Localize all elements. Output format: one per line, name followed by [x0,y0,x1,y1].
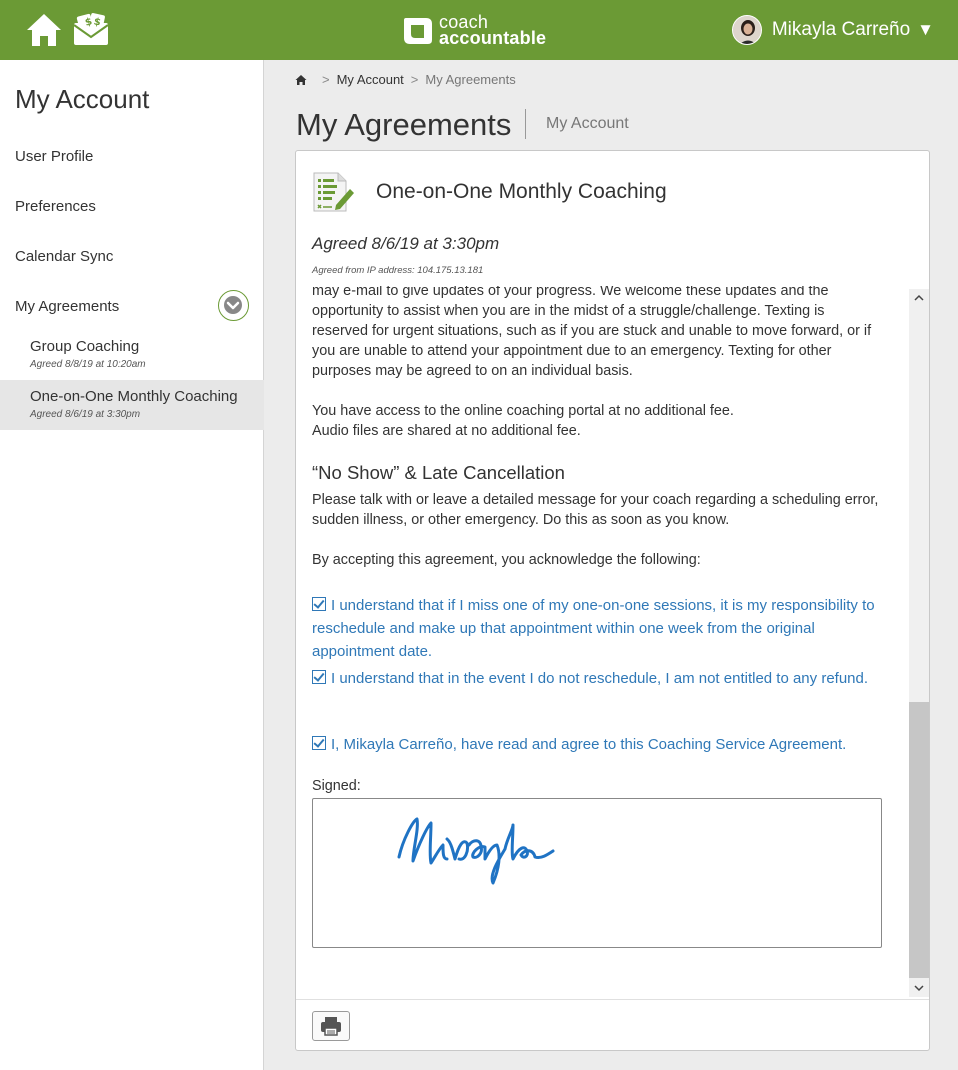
checkbox-checked-icon [312,670,326,684]
print-button[interactable] [312,1011,350,1041]
logo-line2: accountable [439,28,547,48]
payments-button[interactable]: $ $ [71,9,111,49]
checkbox-checked-icon [312,736,326,750]
agreed-date: Agreed 8/6/19 at 3:30pm [312,234,500,253]
avatar [731,15,762,45]
agree-text: I, Mikayla Carreño, have read and agree … [331,736,847,753]
agreement-paragraph: By accepting this agreement, you acknowl… [312,552,701,568]
agreement-paragraph: Please talk with or leave a detailed mes… [312,492,879,528]
sidebar-item-preferences[interactable]: Preferences [15,198,96,215]
signature-image [397,817,555,885]
checkbox-checked-icon [312,597,326,611]
acknowledgement-text: I understand that if I miss one of my on… [312,597,875,660]
breadcrumb: > My Account > My Agreements [295,72,516,87]
acknowledgement-text: I understand that in the event I do not … [331,670,869,687]
sidebar-item-my-agreements[interactable]: My Agreements [15,298,119,315]
acknowledgement-checkbox[interactable]: I understand that in the event I do not … [312,667,884,690]
user-name: Mikayla Carreño [771,19,911,40]
agree-checkbox[interactable]: I, Mikayla Carreño, have read and agree … [312,733,884,756]
sidebar-item-user-profile[interactable]: User Profile [15,148,93,165]
signed-label: Signed: [312,778,361,794]
title-divider [525,109,526,139]
money-icon: $ $ [73,13,109,45]
agreement-date: Agreed 8/8/19 at 10:20am [30,359,146,370]
agreement-date: Agreed 8/6/19 at 3:30pm [30,409,141,420]
page-title: My Agreements [296,107,512,142]
agreement-card: One-on-One Monthly Coaching Agreed 8/6/1… [295,150,930,1051]
sidebar-agreement-group-coaching[interactable]: Group Coaching Agreed 8/8/19 at 10:20am [0,330,264,380]
scrollbar[interactable] [909,289,929,997]
agreement-paragraph: You have access to the online coaching p… [312,403,734,419]
logo-text: coach accountable [439,13,547,48]
agreement-body: may e-mail to give updates of your progr… [312,286,884,948]
home-button[interactable] [24,10,64,50]
page-subtitle: My Account [546,115,629,132]
chevron-down-icon [914,985,924,992]
agreed-ip-address: Agreed from IP address: 104.175.13.181 [312,265,484,276]
sidebar-agreement-one-on-one[interactable]: One-on-One Monthly Coaching Agreed 8/6/1… [0,380,264,430]
chevron-down-icon: ▼ [917,20,934,39]
agreement-title: One-on-One Monthly Coaching [30,388,238,405]
printer-icon [321,1017,341,1036]
coach-accountable-logo[interactable]: coach accountable [402,13,546,47]
section-heading: “No Show” & Late Cancellation [312,462,565,483]
agreement-document-icon [313,172,354,212]
chevron-up-icon [914,294,924,301]
chevron-down-icon [224,296,242,314]
acknowledgement-checkbox[interactable]: I understand that if I miss one of my on… [312,594,884,663]
sidebar: My Account User Profile Preferences Cale… [0,60,264,1070]
card-footer-divider [296,999,929,1000]
scrollbar-thumb[interactable] [909,702,929,978]
breadcrumb-separator: > [322,72,330,87]
agreement-paragraph: may e-mail to give updates of your progr… [312,286,872,379]
agreement-scroll-area[interactable]: may e-mail to give updates of your progr… [297,286,909,996]
sidebar-item-calendar-sync[interactable]: Calendar Sync [15,248,113,265]
logo-mark-icon [404,18,432,44]
top-bar: $ $ coach accountable Mikayla Carreño ▼ [0,0,958,60]
home-icon[interactable] [295,74,307,86]
home-icon [27,14,61,46]
agreement-title: One-on-One Monthly Coaching [376,180,667,203]
sidebar-title: My Account [15,84,150,114]
agreement-paragraph: Audio files are shared at no additional … [312,423,581,439]
user-menu[interactable]: Mikayla Carreño ▼ [731,14,934,46]
breadcrumb-separator: > [410,72,419,87]
scroll-up-button[interactable] [909,289,929,307]
agreements-collapse-toggle[interactable] [218,290,249,321]
scroll-down-button[interactable] [909,979,929,997]
breadcrumb-current: My Agreements [425,72,516,87]
signature-box [312,798,882,948]
breadcrumb-my-account[interactable]: My Account [337,72,404,87]
agreement-title: Group Coaching [30,338,140,355]
